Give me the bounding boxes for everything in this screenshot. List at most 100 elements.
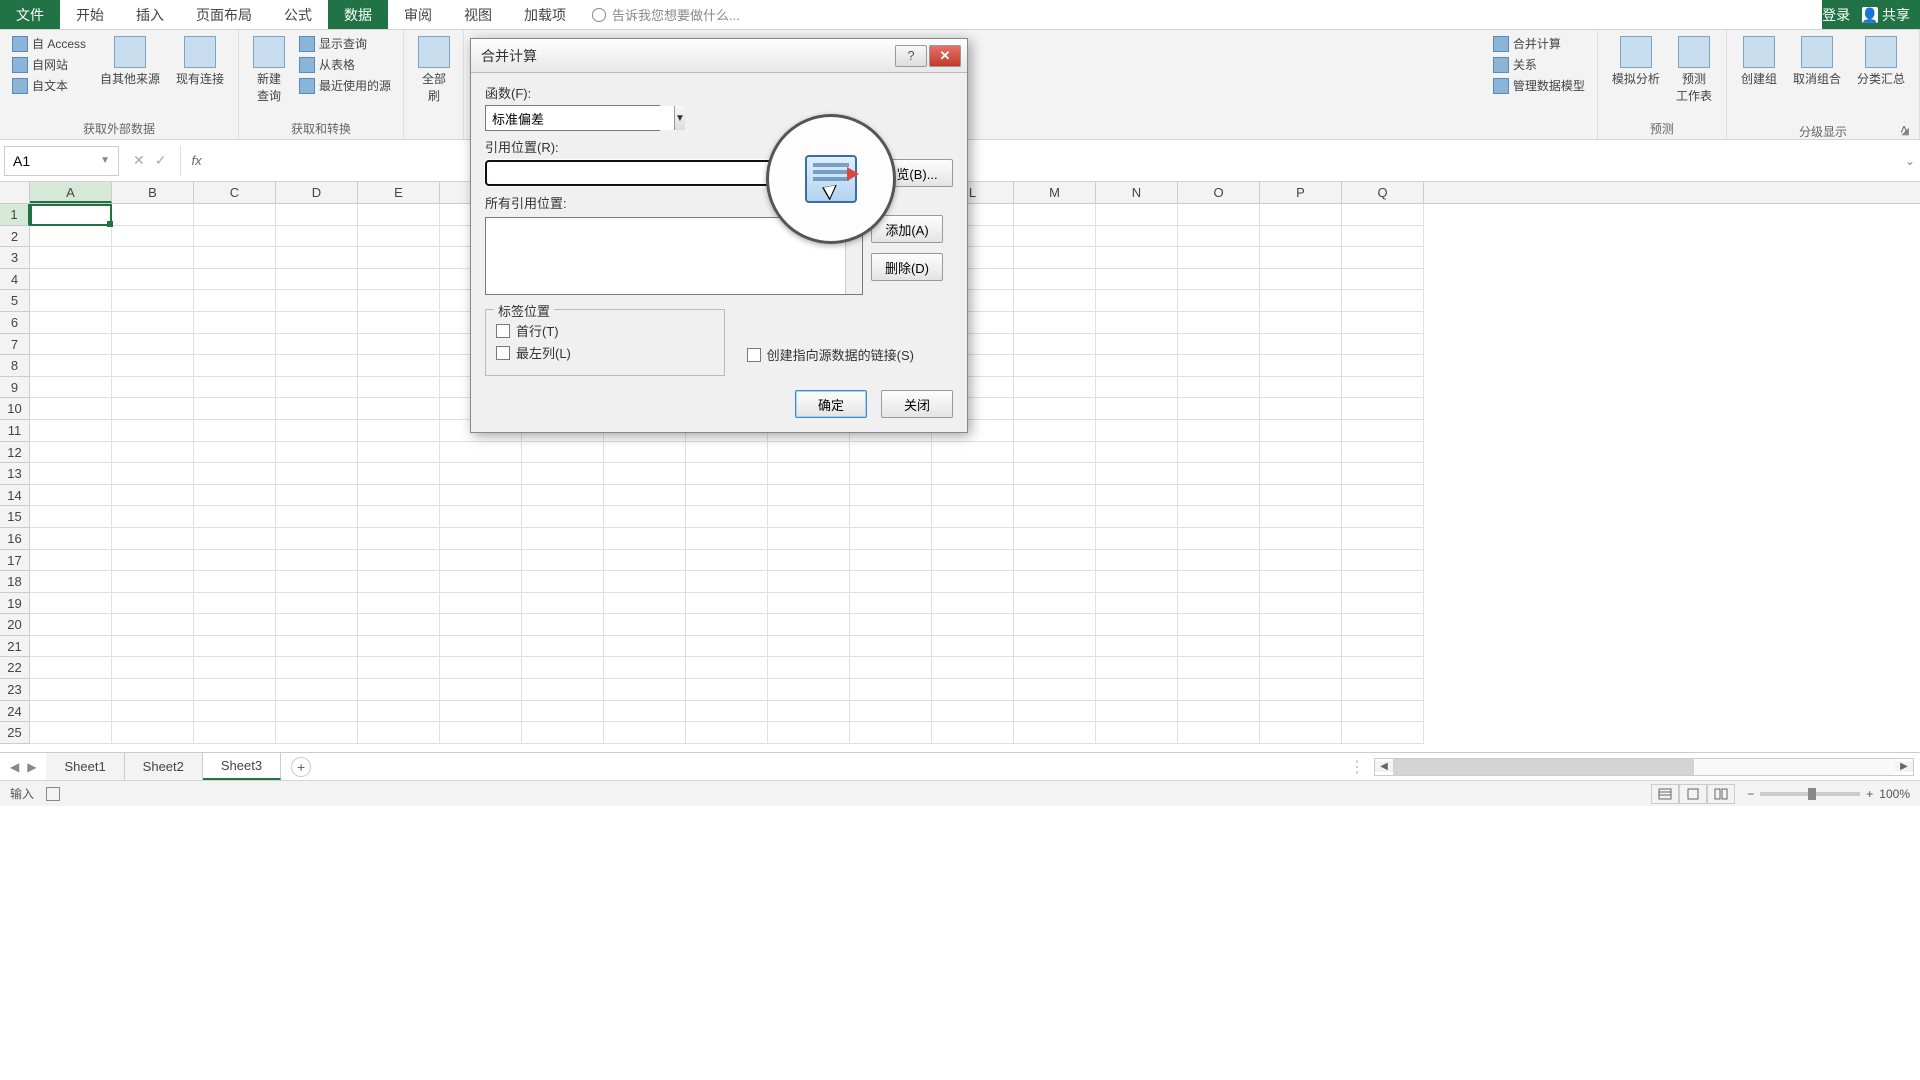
from-web-button[interactable]: 自网站: [8, 55, 90, 74]
cell[interactable]: [1014, 550, 1096, 572]
cell[interactable]: [112, 657, 194, 679]
cell[interactable]: [1260, 247, 1342, 269]
show-queries-button[interactable]: 显示查询: [295, 34, 395, 53]
cell[interactable]: [1014, 528, 1096, 550]
cell[interactable]: [1342, 485, 1424, 507]
cell[interactable]: [686, 463, 768, 485]
cell[interactable]: [768, 701, 850, 723]
cell[interactable]: [1178, 550, 1260, 572]
cell[interactable]: [1260, 593, 1342, 615]
cell[interactable]: [1260, 722, 1342, 744]
cell[interactable]: [276, 420, 358, 442]
cell[interactable]: [768, 636, 850, 658]
cell[interactable]: [194, 679, 276, 701]
cell[interactable]: [932, 657, 1014, 679]
cell[interactable]: [112, 679, 194, 701]
existing-connections-button[interactable]: 现有连接: [170, 34, 230, 89]
cell[interactable]: [440, 442, 522, 464]
cell[interactable]: [1342, 614, 1424, 636]
cell[interactable]: [30, 679, 112, 701]
cell[interactable]: [276, 657, 358, 679]
cell[interactable]: [850, 485, 932, 507]
from-text-button[interactable]: 自文本: [8, 76, 90, 95]
ungroup-button[interactable]: 取消组合: [1787, 34, 1847, 89]
cell[interactable]: [604, 485, 686, 507]
cell[interactable]: [194, 550, 276, 572]
row-header[interactable]: 13: [0, 463, 30, 485]
cell[interactable]: [1096, 550, 1178, 572]
cell[interactable]: [850, 550, 932, 572]
cell[interactable]: [358, 463, 440, 485]
cell[interactable]: [932, 636, 1014, 658]
cell[interactable]: [1014, 614, 1096, 636]
cell[interactable]: [1342, 334, 1424, 356]
name-box[interactable]: A1 ▼: [4, 146, 119, 176]
cell[interactable]: [30, 701, 112, 723]
cell[interactable]: [768, 571, 850, 593]
cell[interactable]: [1014, 355, 1096, 377]
cell[interactable]: [276, 312, 358, 334]
cell[interactable]: [1178, 463, 1260, 485]
cell[interactable]: [1260, 204, 1342, 226]
cell[interactable]: [1260, 485, 1342, 507]
tab-insert[interactable]: 插入: [120, 0, 180, 29]
zoom-slider[interactable]: [1760, 792, 1860, 796]
cell[interactable]: [1178, 701, 1260, 723]
cell[interactable]: [194, 463, 276, 485]
cell[interactable]: [358, 722, 440, 744]
cell[interactable]: [850, 528, 932, 550]
cell[interactable]: [440, 528, 522, 550]
cell[interactable]: [30, 485, 112, 507]
cell[interactable]: [522, 485, 604, 507]
create-links-checkbox[interactable]: [747, 348, 761, 362]
cell[interactable]: [440, 679, 522, 701]
cell[interactable]: [1096, 247, 1178, 269]
cell[interactable]: [1342, 420, 1424, 442]
cell[interactable]: [1342, 226, 1424, 248]
cell[interactable]: [1260, 679, 1342, 701]
cell[interactable]: [1014, 420, 1096, 442]
cell[interactable]: [194, 636, 276, 658]
row-header[interactable]: 6: [0, 312, 30, 334]
cell[interactable]: [768, 593, 850, 615]
column-header[interactable]: N: [1096, 182, 1178, 203]
cell[interactable]: [604, 636, 686, 658]
cell[interactable]: [1260, 614, 1342, 636]
tab-file[interactable]: 文件: [0, 0, 60, 29]
zoom-out-button[interactable]: −: [1747, 787, 1754, 801]
cell[interactable]: [276, 204, 358, 226]
cell[interactable]: [522, 442, 604, 464]
create-links-checkbox-row[interactable]: 创建指向源数据的链接(S): [747, 345, 914, 364]
cell[interactable]: [1342, 506, 1424, 528]
cell[interactable]: [1260, 701, 1342, 723]
top-row-checkbox-row[interactable]: 首行(T): [496, 321, 714, 340]
cell[interactable]: [1260, 269, 1342, 291]
cell[interactable]: [1260, 506, 1342, 528]
cell[interactable]: [1014, 636, 1096, 658]
hscroll-right-icon[interactable]: ▶: [1895, 761, 1913, 772]
cell[interactable]: [194, 290, 276, 312]
collapse-ribbon-button[interactable]: ˄: [1900, 121, 1914, 135]
row-header[interactable]: 11: [0, 420, 30, 442]
cell[interactable]: [1260, 334, 1342, 356]
cell[interactable]: [932, 614, 1014, 636]
cell[interactable]: [112, 571, 194, 593]
cell[interactable]: [850, 614, 932, 636]
cell[interactable]: [1342, 463, 1424, 485]
row-header[interactable]: 24: [0, 701, 30, 723]
row-header[interactable]: 20: [0, 614, 30, 636]
cell[interactable]: [1178, 334, 1260, 356]
cell[interactable]: [112, 204, 194, 226]
cell[interactable]: [30, 463, 112, 485]
sheet-tab-1[interactable]: Sheet1: [46, 753, 124, 780]
cell[interactable]: [768, 550, 850, 572]
cell[interactable]: [686, 593, 768, 615]
cell[interactable]: [1342, 679, 1424, 701]
cell[interactable]: [932, 463, 1014, 485]
cell[interactable]: [932, 571, 1014, 593]
cell[interactable]: [1014, 463, 1096, 485]
row-header[interactable]: 17: [0, 550, 30, 572]
cell[interactable]: [1014, 506, 1096, 528]
row-header[interactable]: 18: [0, 571, 30, 593]
cell[interactable]: [30, 398, 112, 420]
